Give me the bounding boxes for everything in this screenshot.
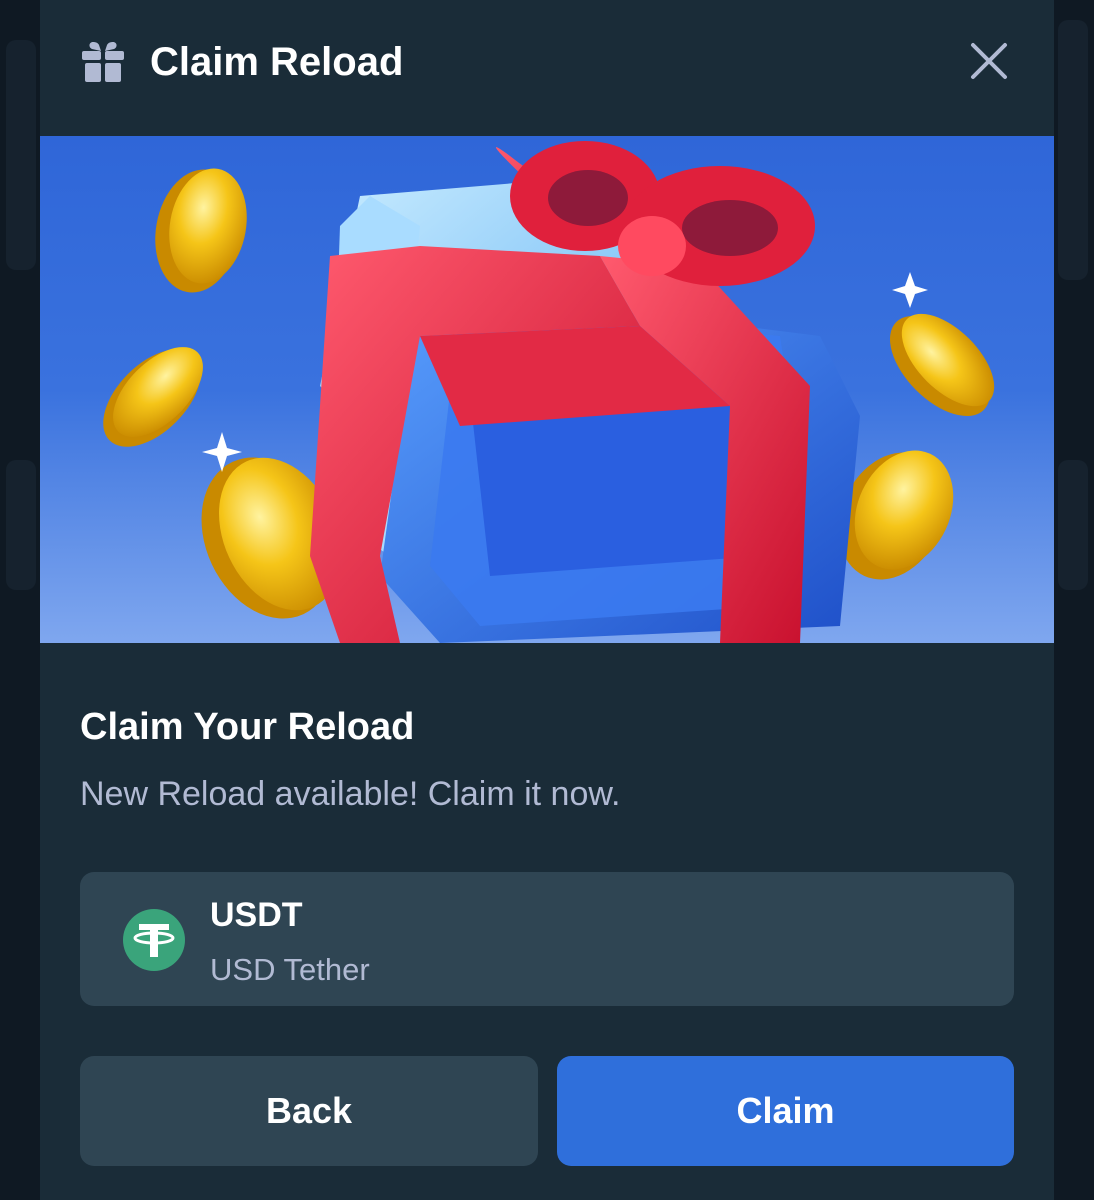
content-subtitle: New Reload available! Claim it now. [80, 775, 621, 813]
close-icon[interactable] [964, 36, 1014, 86]
back-button[interactable]: Back [80, 1056, 538, 1166]
currency-code: USDT [210, 896, 303, 934]
gift-icon [82, 42, 124, 82]
currency-name: USD Tether [210, 952, 370, 987]
coin-icon [155, 168, 247, 293]
gift-box [310, 141, 860, 643]
modal-title: Claim Reload [150, 40, 404, 84]
reload-banner-image [40, 136, 1054, 643]
tether-icon [123, 909, 185, 971]
sparkle-icon [892, 272, 928, 308]
background-panel [1058, 460, 1088, 590]
claim-button[interactable]: Claim [557, 1056, 1014, 1166]
claim-reload-modal: Claim Reload Claim Your Reload New Reloa… [40, 0, 1054, 1200]
coin-icon [103, 347, 203, 447]
content-title: Claim Your Reload [80, 706, 415, 748]
currency-selector[interactable]: USDT USD Tether [80, 872, 1014, 1006]
background-panel [6, 40, 36, 270]
modal-header: Claim Reload [40, 0, 1054, 128]
coin-icon [890, 313, 995, 416]
gift-illustration [103, 141, 995, 643]
background-panel [6, 460, 36, 590]
background-panel [1058, 20, 1088, 280]
